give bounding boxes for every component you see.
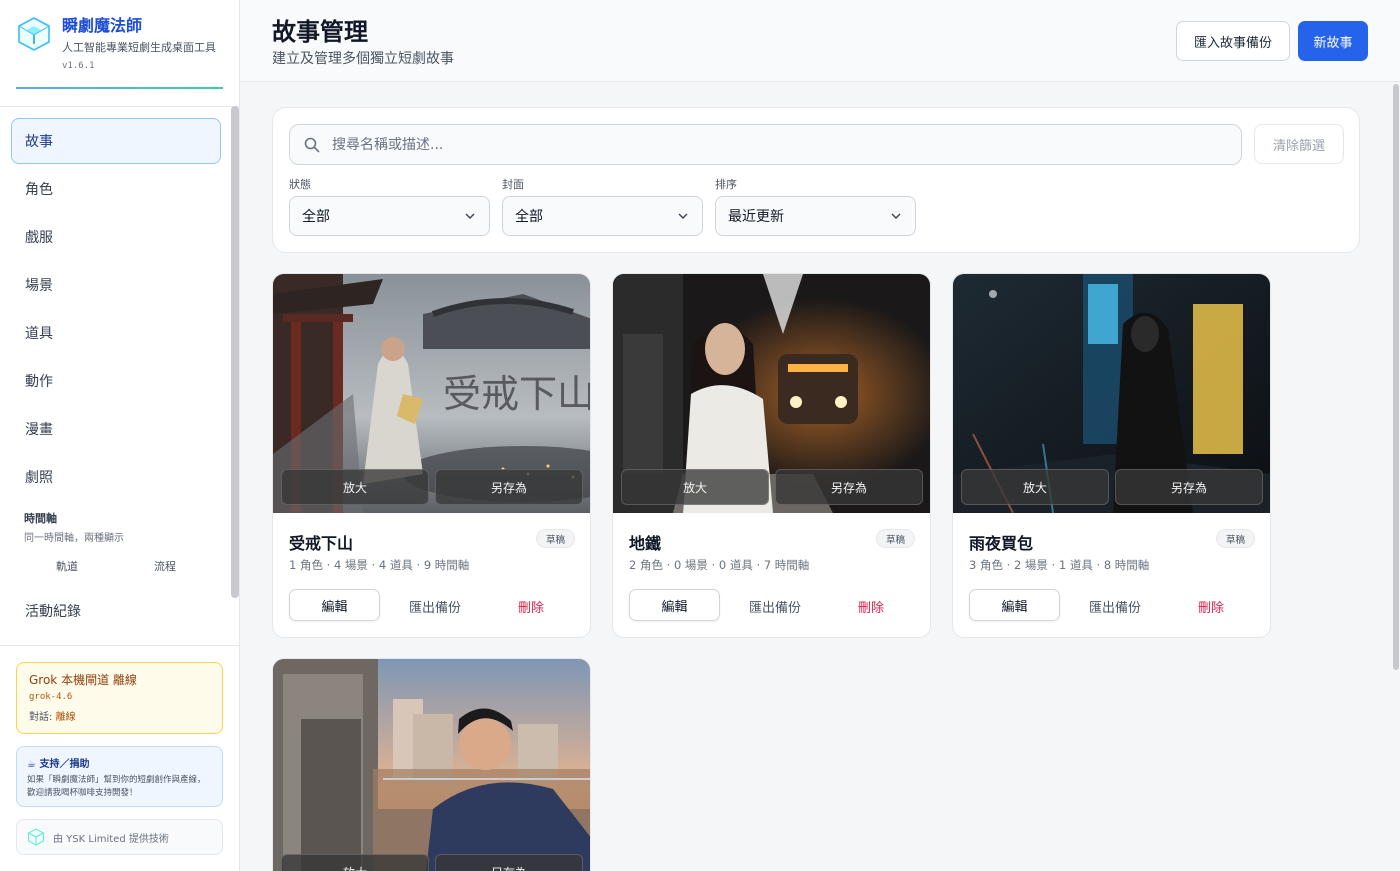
status-select[interactable]: 全部 [289, 196, 490, 236]
sort-filter: 排序 最近更新 [715, 176, 916, 236]
brand-accent-line [16, 87, 223, 89]
sidebar-item-actions[interactable]: 動作 [11, 358, 221, 404]
save-as-button[interactable]: 另存為 [775, 469, 923, 505]
status-filter: 狀態 全部 [289, 176, 490, 236]
credit-card[interactable]: 由 YSK Limited 提供技術 [16, 819, 223, 855]
app-subtitle: 人工智能專業短劇生成桌面工具 [62, 41, 216, 54]
story-card: 放大 另存為 地鐵 草稿 2 角色 · 0 場景 · 0 道具 · 7 時間軸 … [612, 273, 931, 638]
brand: 瞬劇魔法師 人工智能專業短劇生成桌面工具 v1.6.1 [0, 0, 239, 90]
story-title: 地鐵 [629, 534, 662, 553]
story-cover-image: 放大 另存為 [273, 659, 590, 871]
page-subtitle: 建立及管理多個獨立短劇故事 [272, 51, 454, 67]
zoom-button[interactable]: 放大 [281, 854, 429, 871]
zoom-button[interactable]: 放大 [961, 469, 1109, 505]
story-cover-image: 放大 另存為 [953, 274, 1270, 513]
story-cover-image: 放大 另存為 [613, 274, 930, 513]
story-card: 受戒下山 放大 另存為 受戒下山 草稿 1 角色 · 4 場景 · 4 道具 ·… [272, 273, 591, 638]
support-title: ☕ 支持／捐助 [27, 759, 90, 770]
status-badge: 草稿 [875, 529, 915, 548]
story-card: 放大 另存為 雨夜買包 草稿 3 角色 · 2 場景 · 1 道具 · 8 時間… [952, 273, 1271, 638]
cover-select-value: 全部 [515, 209, 543, 225]
support-card[interactable]: ☕ 支持／捐助 如果「瞬劇魔法師」幫到你的短劇創作與產線，歡迎請我喝杯咖啡支持開… [16, 746, 223, 807]
status-badge: 草稿 [1215, 529, 1255, 548]
story-card: 放大 另存為 [272, 658, 591, 871]
sidebar-item-comics[interactable]: 漫畫 [11, 406, 221, 452]
sidebar: 瞬劇魔法師 人工智能專業短劇生成桌面工具 v1.6.1 故事 角色 戲服 場景 … [0, 0, 240, 871]
grok-gateway-status: Grok 本機閘道 離線 grok-4.6 對話: 離線 [16, 662, 223, 734]
export-backup-button[interactable]: 匯出備份 [1089, 597, 1141, 616]
delete-button[interactable]: 刪除 [1198, 597, 1224, 616]
search-icon [304, 137, 320, 152]
cover-select[interactable]: 全部 [502, 196, 703, 236]
story-meta: 2 角色 · 0 場景 · 0 道具 · 7 時間軸 [629, 558, 810, 572]
page-header: 故事管理 建立及管理多個獨立短劇故事 匯入故事備份 新故事 [240, 0, 1400, 82]
divider [0, 645, 239, 646]
story-meta: 3 角色 · 2 場景 · 1 道具 · 8 時間軸 [969, 558, 1150, 572]
main-scrollbar[interactable] [1393, 84, 1399, 670]
sidebar-scrollbar[interactable] [231, 106, 239, 598]
edit-button[interactable]: 編輯 [629, 589, 720, 621]
clear-filters-button[interactable]: 清除篩選 [1254, 124, 1344, 164]
story-title: 雨夜買包 [969, 534, 1034, 553]
sidebar-item-costumes[interactable]: 戲服 [11, 214, 221, 260]
import-backup-button[interactable]: 匯入故事備份 [1176, 21, 1290, 61]
grok-chat-status: 對話: 離線 [29, 712, 76, 723]
status-filter-label: 狀態 [289, 178, 311, 191]
grok-model: grok-4.6 [29, 692, 73, 702]
zoom-button[interactable]: 放大 [621, 469, 769, 505]
new-story-button[interactable]: 新故事 [1298, 21, 1368, 61]
search-input[interactable] [332, 136, 1212, 153]
story-meta: 1 角色 · 4 場景 · 4 道具 · 9 時間軸 [289, 558, 470, 572]
app-version: v1.6.1 [62, 61, 95, 71]
timeline-section: 時間軸 同一時間軸，兩種顯示 軌道 流程 [11, 502, 221, 574]
edit-button[interactable]: 編輯 [969, 589, 1060, 621]
app-title: 瞬劇魔法師 [62, 16, 143, 35]
sidebar-item-activity-log[interactable]: 活動紀錄 [11, 588, 221, 634]
cover-title-text: 受戒下山 [443, 372, 590, 416]
filter-panel: 清除篩選 狀態 全部 封面 全部 排序 最近更新 [272, 107, 1360, 253]
status-badge: 草稿 [535, 529, 575, 548]
story-cover-image: 受戒下山 放大 另存為 [273, 274, 590, 513]
story-title: 受戒下山 [289, 534, 354, 553]
support-text: 如果「瞬劇魔法師」幫到你的短劇創作與產線，歡迎請我喝杯咖啡支持開發！ [27, 775, 206, 798]
chevron-down-icon [465, 213, 475, 219]
sidebar-item-characters[interactable]: 角色 [11, 166, 221, 212]
sort-select-value: 最近更新 [728, 209, 784, 225]
cover-filter: 封面 全部 [502, 176, 703, 236]
cube-logo-icon [28, 828, 44, 846]
timeline-flow-link[interactable]: 流程 [154, 558, 176, 574]
zoom-button[interactable]: 放大 [281, 469, 429, 505]
chevron-down-icon [891, 213, 901, 219]
timeline-title: 時間軸 [24, 512, 57, 525]
export-backup-button[interactable]: 匯出備份 [409, 597, 461, 616]
sort-filter-label: 排序 [715, 178, 737, 191]
timeline-track-link[interactable]: 軌道 [56, 558, 154, 574]
sidebar-item-stories[interactable]: 故事 [11, 118, 221, 164]
save-as-button[interactable]: 另存為 [1115, 469, 1263, 505]
export-backup-button[interactable]: 匯出備份 [749, 597, 801, 616]
timeline-subtitle: 同一時間軸，兩種顯示 [24, 533, 124, 544]
chevron-down-icon [678, 213, 688, 219]
save-as-button[interactable]: 另存為 [435, 469, 583, 505]
save-as-button[interactable]: 另存為 [435, 854, 583, 871]
grok-status-title: Grok 本機閘道 離線 [29, 673, 137, 687]
divider [0, 106, 239, 107]
credit-text: 由 YSK Limited 提供技術 [53, 833, 169, 845]
sidebar-item-scenes[interactable]: 場景 [11, 262, 221, 308]
search-box[interactable] [289, 124, 1242, 165]
page-title: 故事管理 [272, 18, 368, 46]
delete-button[interactable]: 刪除 [858, 597, 884, 616]
status-select-value: 全部 [302, 209, 330, 225]
edit-button[interactable]: 編輯 [289, 589, 380, 621]
sidebar-item-props[interactable]: 道具 [11, 310, 221, 356]
sidebar-nav: 故事 角色 戲服 場景 道具 動作 漫畫 劇照 時間軸 同一時間軸，兩種顯示 軌… [11, 118, 221, 636]
cube-logo-icon [18, 17, 50, 51]
delete-button[interactable]: 刪除 [518, 597, 544, 616]
cover-filter-label: 封面 [502, 178, 524, 191]
sidebar-item-stills[interactable]: 劇照 [11, 454, 221, 500]
sort-select[interactable]: 最近更新 [715, 196, 916, 236]
cover-illustration [273, 659, 590, 871]
